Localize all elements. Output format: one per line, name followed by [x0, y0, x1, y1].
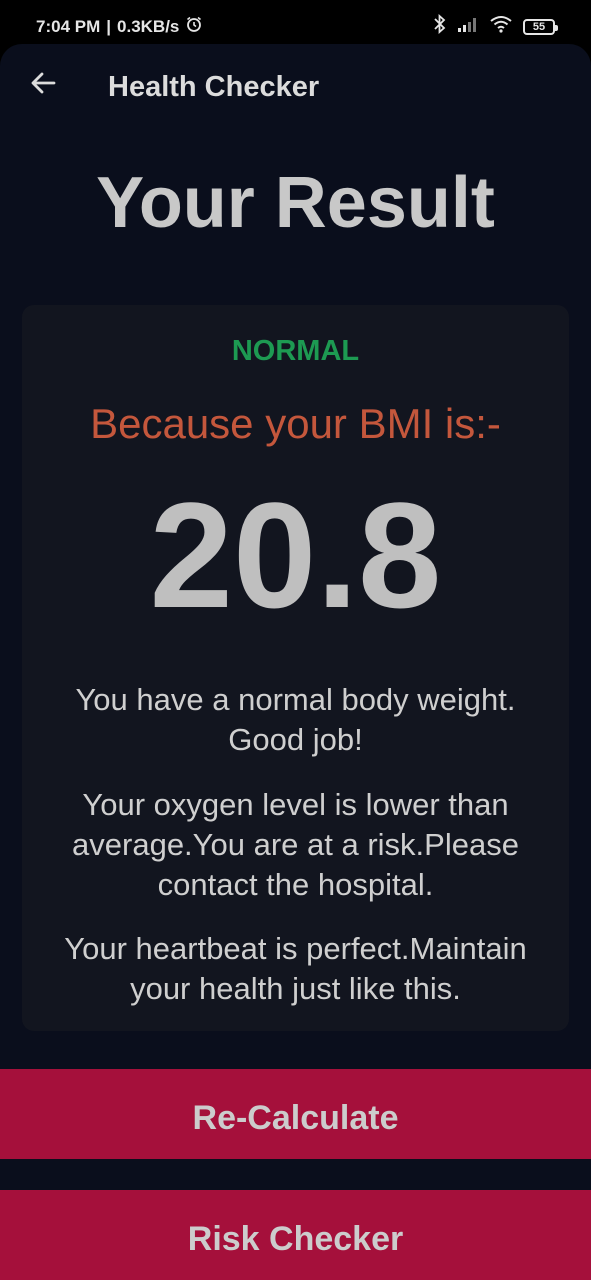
battery-icon: 55 [523, 18, 558, 35]
back-button[interactable] [24, 66, 62, 104]
recalculate-button[interactable]: Re-Calculate [0, 1069, 591, 1159]
bmi-status-label: NORMAL [231, 335, 360, 367]
page-title: Your Result [96, 163, 495, 243]
battery-level: 55 [532, 20, 546, 33]
status-time: 7:04 PM [36, 16, 101, 36]
signal-icon [457, 15, 479, 38]
status-separator: | [106, 16, 112, 36]
bmi-value: 20.8 [149, 471, 442, 639]
oxygen-message: Your oxygen level is lower than average.… [72, 787, 519, 902]
bmi-intro-text: Because your BMI is:- [90, 400, 501, 447]
arrow-left-icon [30, 71, 56, 100]
app-title: Health Checker [108, 71, 320, 103]
app-bar: Health Checker [0, 44, 591, 130]
app-screen: Health Checker Your Result NORMAL Becaus… [0, 44, 591, 1280]
weight-message: You have a normal body weight. Good job! [75, 682, 516, 757]
heartbeat-message: Your heartbeat is perfect.Maintain your … [64, 931, 527, 1006]
status-right: 55 [433, 13, 558, 39]
status-left: 7:04 PM | 0.3KB/s [36, 15, 203, 38]
result-card: NORMAL Because your BMI is:- 20.8 You ha… [22, 305, 569, 1031]
alarm-icon [185, 15, 203, 38]
network-speed: 0.3KB/s [117, 16, 180, 36]
risk-checker-button[interactable]: Risk Checker [0, 1190, 591, 1280]
bluetooth-icon [433, 13, 447, 39]
wifi-icon [489, 15, 513, 38]
